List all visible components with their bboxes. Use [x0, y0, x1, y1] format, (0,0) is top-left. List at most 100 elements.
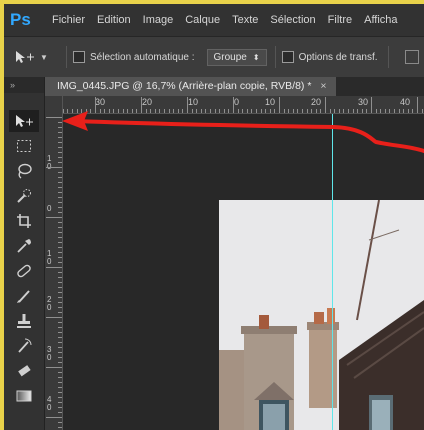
ruler-tick: [58, 177, 62, 178]
stamp-icon: [17, 314, 31, 328]
ruler-tick: [58, 387, 62, 388]
ruler-tick: [46, 317, 62, 318]
marquee-tool-button[interactable]: [9, 135, 39, 157]
clone-stamp-tool-button[interactable]: [9, 310, 39, 332]
auto-select-value: Groupe: [213, 51, 247, 63]
ruler-tick: [99, 109, 101, 113]
menu-calque[interactable]: Calque: [185, 14, 220, 26]
ruler-tick: [274, 109, 276, 113]
ruler-tick: [334, 109, 336, 113]
auto-select-checkbox[interactable]: [73, 51, 85, 63]
ruler-label: 10: [188, 97, 199, 107]
ruler-tick: [131, 109, 133, 113]
align-top-icon[interactable]: [404, 50, 419, 64]
vertical-ruler[interactable]: 1 0 0 1 0 2 0 3 0 4 0: [45, 113, 63, 430]
ruler-tick: [58, 392, 62, 393]
ruler-tick: [58, 127, 62, 128]
ruler-tick: [46, 167, 62, 168]
ruler-tick: [58, 362, 62, 363]
ruler-tick: [58, 142, 62, 143]
ruler-tick: [265, 109, 267, 113]
history-brush-tool-button[interactable]: [9, 335, 39, 357]
ruler-tick: [228, 109, 230, 113]
ruler-tick: [398, 109, 400, 113]
eyedropper-tool-button[interactable]: [9, 235, 39, 257]
move-tool-icon: [16, 51, 34, 63]
lasso-icon: [18, 163, 32, 179]
menu-texte[interactable]: Texte: [232, 14, 258, 26]
ruler-tick: [118, 109, 119, 113]
ruler-tick: [58, 357, 62, 358]
rooftop-photo: [219, 200, 424, 430]
eraser-tool-button[interactable]: [9, 360, 39, 382]
ruler-tick: [357, 109, 359, 113]
ruler-tick: [269, 109, 271, 113]
vertical-guide[interactable]: [332, 114, 333, 430]
crop-tool-button[interactable]: [9, 210, 39, 232]
ruler-tick: [210, 109, 211, 113]
ruler-tick: [58, 252, 62, 253]
ruler-tick: [182, 109, 184, 113]
ruler-label: 40: [400, 97, 411, 107]
ruler-tick: [348, 109, 349, 113]
ruler-tick: [394, 109, 395, 113]
ruler-tick: [389, 109, 391, 113]
menu-image[interactable]: Image: [143, 14, 174, 26]
ruler-tick: [58, 242, 62, 243]
horizontal-ruler[interactable]: 30 20 10 0 10 20 30 40: [45, 96, 424, 114]
document-tab-bar: IMG_0445.JPG @ 16,7% (Arrière-plan copie…: [45, 77, 424, 96]
ruler-tick: [58, 422, 62, 423]
brush-tool-button[interactable]: [9, 285, 39, 307]
ruler-tick: [58, 212, 62, 213]
menu-edition[interactable]: Edition: [97, 14, 131, 26]
ruler-tick: [104, 109, 106, 113]
ruler-tick: [223, 109, 225, 113]
ruler-tick: [371, 97, 372, 113]
ruler-tick: [113, 109, 115, 113]
ruler-label: 20: [311, 97, 322, 107]
menu-selection[interactable]: Sélection: [270, 14, 315, 26]
ruler-tick: [58, 132, 62, 133]
close-icon[interactable]: ×: [320, 80, 326, 92]
eraser-icon: [18, 365, 31, 377]
menu-bar: Ps Fichier Edition Image Calque Texte Sé…: [4, 4, 424, 36]
ruler-tick: [58, 307, 62, 308]
ruler-tick: [72, 109, 73, 113]
menu-filtre[interactable]: Filtre: [328, 14, 352, 26]
ruler-tick: [81, 109, 83, 113]
ruler-tick: [58, 407, 62, 408]
ruler-tick: [219, 109, 221, 113]
healing-brush-tool-button[interactable]: [9, 260, 39, 282]
options-bar: ▼ Sélection automatique : Groupe ⬍ Optio…: [4, 36, 424, 78]
menu-affichage[interactable]: Afficha: [364, 14, 397, 26]
lasso-tool-button[interactable]: [9, 160, 39, 182]
ruler-label: 2 0: [47, 295, 52, 312]
document-tab[interactable]: IMG_0445.JPG @ 16,7% (Arrière-plan copie…: [45, 77, 337, 96]
ruler-tick: [407, 109, 409, 113]
tool-preset-picker[interactable]: ▼: [14, 50, 60, 64]
transform-controls-checkbox[interactable]: [281, 51, 294, 63]
ruler-tick: [58, 322, 62, 323]
ruler-tick: [141, 97, 142, 113]
menu-fichier[interactable]: Fichier: [52, 14, 85, 26]
tools-panel-collapse[interactable]: »: [4, 77, 44, 93]
gradient-tool-button[interactable]: [9, 385, 39, 407]
move-tool-button[interactable]: [9, 110, 39, 132]
ruler-tick: [205, 109, 207, 113]
ruler-label: 3 0: [47, 345, 52, 362]
ruler-tick: [260, 109, 262, 113]
ruler-label: 4 0: [47, 395, 52, 412]
ruler-tick: [150, 109, 152, 113]
document-canvas[interactable]: [63, 114, 424, 430]
auto-select-dropdown[interactable]: Groupe ⬍: [206, 48, 267, 66]
ruler-tick: [46, 217, 62, 218]
ruler-label: 0: [47, 204, 52, 213]
ruler-tick: [288, 109, 290, 113]
tools-panel: »: [4, 77, 45, 430]
quick-selection-tool-button[interactable]: [9, 185, 39, 207]
gradient-icon: [16, 390, 32, 402]
ruler-tick: [168, 109, 170, 113]
ruler-tick: [58, 237, 62, 238]
ruler-tick: [297, 109, 299, 113]
ruler-origin[interactable]: [45, 96, 63, 114]
